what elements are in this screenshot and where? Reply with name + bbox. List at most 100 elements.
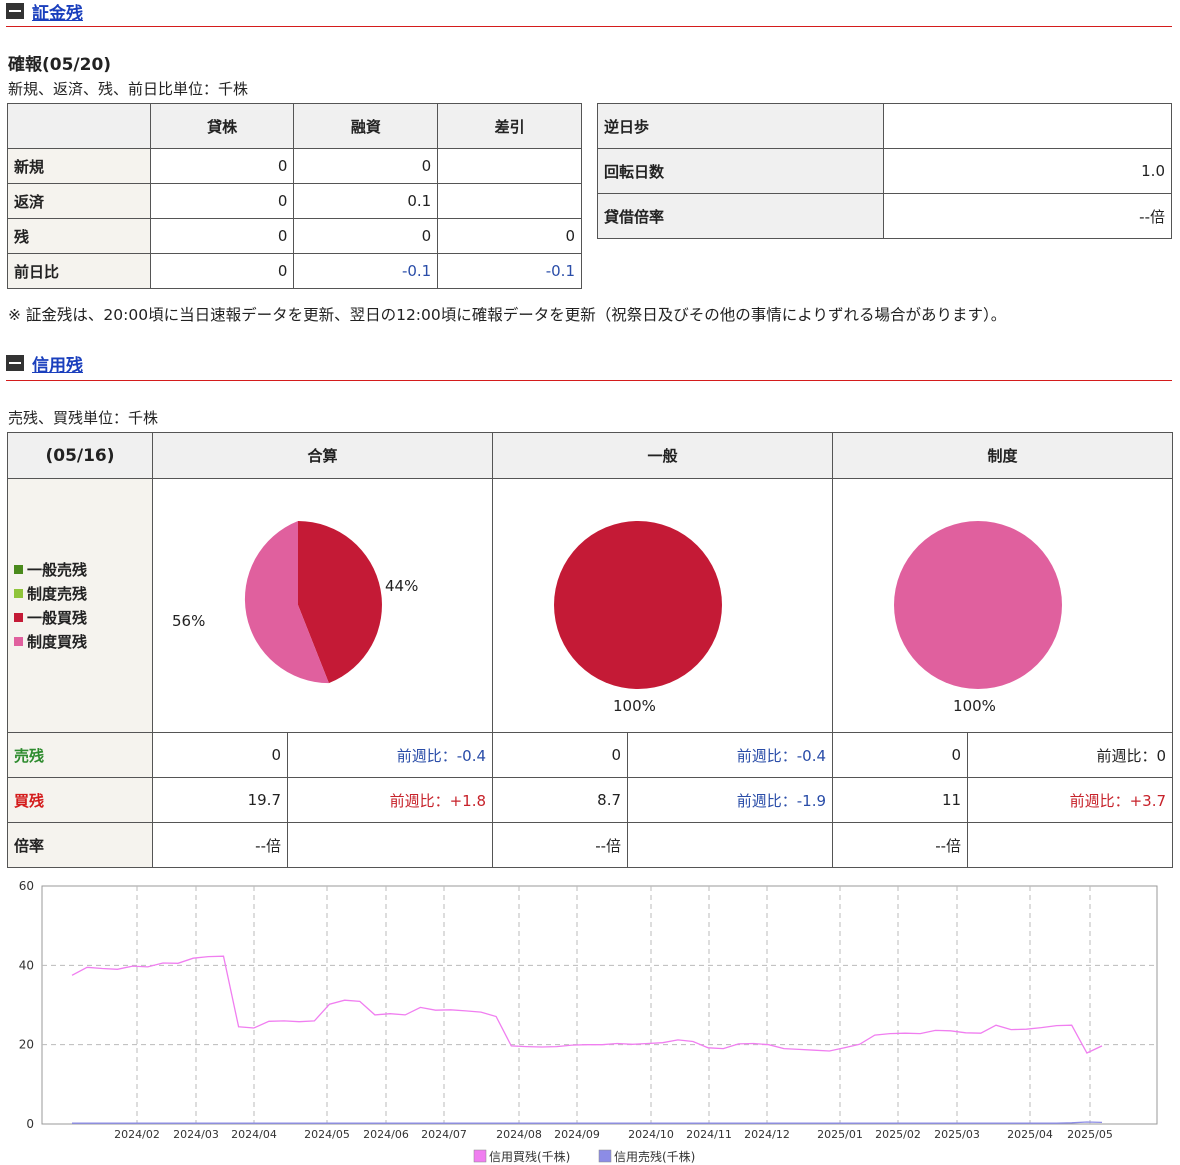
cell <box>437 148 582 184</box>
table-row: 買残 19.7 前週比：+1.8 8.7 前週比：-1.9 11 前週比：+3.… <box>7 777 1174 823</box>
cell: 前週比：-0.4 <box>627 732 834 778</box>
row-label: 新規 <box>7 148 151 184</box>
unit-note: 新規、返済、残、前日比単位：千株 <box>8 80 249 98</box>
collapse-icon[interactable] <box>6 3 24 19</box>
cell: --倍 <box>883 193 1172 239</box>
cell: 11 <box>832 777 969 823</box>
collapse-icon[interactable] <box>6 355 24 371</box>
section-link-shinyou[interactable]: 信用残 <box>32 351 83 376</box>
date-header: (05/16) <box>7 432 153 479</box>
cell: 0 <box>152 732 288 778</box>
y-tick-label: 0 <box>26 1117 34 1131</box>
row-label: 売残 <box>7 732 153 778</box>
pie-label: 100% <box>613 697 656 715</box>
cell: 0 <box>492 732 629 778</box>
legend-swatch <box>14 565 23 574</box>
legend-item: 一般売残 <box>14 558 146 582</box>
row-label: 貸借倍率 <box>596 193 885 239</box>
cell: 0 <box>149 148 295 184</box>
cell <box>883 103 1172 149</box>
row-label: 前日比 <box>7 253 151 289</box>
y-tick-label: 40 <box>19 958 34 972</box>
table-row: 返済 0 0.1 <box>7 183 582 219</box>
cell: 前週比：-1.9 <box>627 777 834 823</box>
legend-label: 信用買残(千株) <box>489 1149 570 1164</box>
pie-cell-ippan: 100% <box>492 478 834 733</box>
pie-label: 44% <box>385 577 419 595</box>
cell: 0 <box>149 183 295 219</box>
section-link-shoukin[interactable]: 証金残 <box>32 0 83 24</box>
x-tick-label: 2024/11 <box>686 1128 732 1141</box>
row-label: 返済 <box>7 183 151 219</box>
legend-swatch <box>598 1149 612 1163</box>
cell: 0 <box>149 218 295 254</box>
pie-label: 56% <box>172 612 206 630</box>
x-tick-label: 2024/12 <box>744 1128 790 1141</box>
pie-slice-ippan-kai <box>554 521 723 689</box>
legend-item: 一般買残 <box>14 606 146 630</box>
table-row: 売残 0 前週比：-0.4 0 前週比：-0.4 0 前週比：0 <box>7 732 1174 778</box>
row-label: 倍率 <box>7 822 153 868</box>
cell: 0 <box>437 218 582 254</box>
cell: 0.1 <box>293 183 439 219</box>
cell <box>967 822 1174 868</box>
legend-item: 制度買残 <box>14 630 146 654</box>
x-tick-label: 2024/06 <box>363 1128 409 1141</box>
pie-legend: 一般売残 制度売残 一般買残 制度買残 <box>7 478 153 733</box>
legend-swatch <box>473 1149 487 1163</box>
table-row: 新規 0 0 <box>7 148 582 184</box>
col-header: 一般 <box>492 432 834 479</box>
legend-label: 一般買残 <box>27 609 88 627</box>
unit-note: 売残、買残単位：千株 <box>8 409 159 427</box>
cell <box>286 822 494 868</box>
cell: 8.7 <box>492 777 629 823</box>
legend-swatch <box>14 613 23 622</box>
pie-cell-gassan: 44% 56% <box>151 478 494 733</box>
x-tick-label: 2024/05 <box>304 1128 350 1141</box>
section-header-shoukin: 証金残 <box>6 0 83 24</box>
row-label: 逆日歩 <box>596 103 885 149</box>
pie-label: 100% <box>953 697 996 715</box>
row-label: 買残 <box>7 777 153 823</box>
shoukin-side-table: 逆日歩 回転日数 1.0 貸借倍率 --倍 <box>596 103 1172 239</box>
col-header: 制度 <box>832 432 1174 479</box>
x-tick-label: 2024/10 <box>628 1128 674 1141</box>
x-tick-label: 2025/01 <box>817 1128 863 1141</box>
cell: 0 <box>149 253 295 289</box>
cell: 前週比：0 <box>967 732 1174 778</box>
legend-item: 制度売残 <box>14 582 146 606</box>
row-label: 残 <box>7 218 151 254</box>
y-tick-label: 60 <box>19 879 34 893</box>
report-status: 確報(05/20) <box>8 55 112 75</box>
corner-cell <box>7 103 151 149</box>
cell: -0.1 <box>293 253 439 289</box>
x-tick-label: 2025/05 <box>1067 1128 1113 1141</box>
cell: 前週比：+1.8 <box>286 777 494 823</box>
col-header: 融資 <box>293 103 439 149</box>
x-tick-label: 2025/04 <box>1007 1128 1053 1141</box>
legend-label: 制度売残 <box>27 585 88 603</box>
cell: --倍 <box>492 822 629 868</box>
cell: 前週比：+3.7 <box>967 777 1174 823</box>
x-tick-label: 2024/07 <box>421 1128 467 1141</box>
cell: 前週比：-0.4 <box>286 732 494 778</box>
divider <box>6 26 1172 27</box>
cell <box>627 822 834 868</box>
legend-label: 信用売残(千株) <box>614 1149 695 1164</box>
legend-swatch <box>14 589 23 598</box>
x-tick-label: 2025/02 <box>875 1128 921 1141</box>
legend-swatch <box>14 637 23 646</box>
cell: -0.1 <box>437 253 582 289</box>
plot-area <box>41 885 1158 1125</box>
cell: 1.0 <box>883 148 1172 194</box>
x-tick-label: 2024/02 <box>114 1128 160 1141</box>
section-header-shinyou: 信用残 <box>6 351 83 376</box>
pie-cell-seido: 100% <box>832 478 1174 733</box>
pie-chart-ippan <box>554 521 723 689</box>
legend-label: 一般売残 <box>27 561 88 579</box>
divider <box>6 380 1172 381</box>
col-header: 貸株 <box>149 103 295 149</box>
x-tick-label: 2024/09 <box>554 1128 600 1141</box>
cell: 0 <box>293 148 439 184</box>
row-label: 回転日数 <box>596 148 885 194</box>
